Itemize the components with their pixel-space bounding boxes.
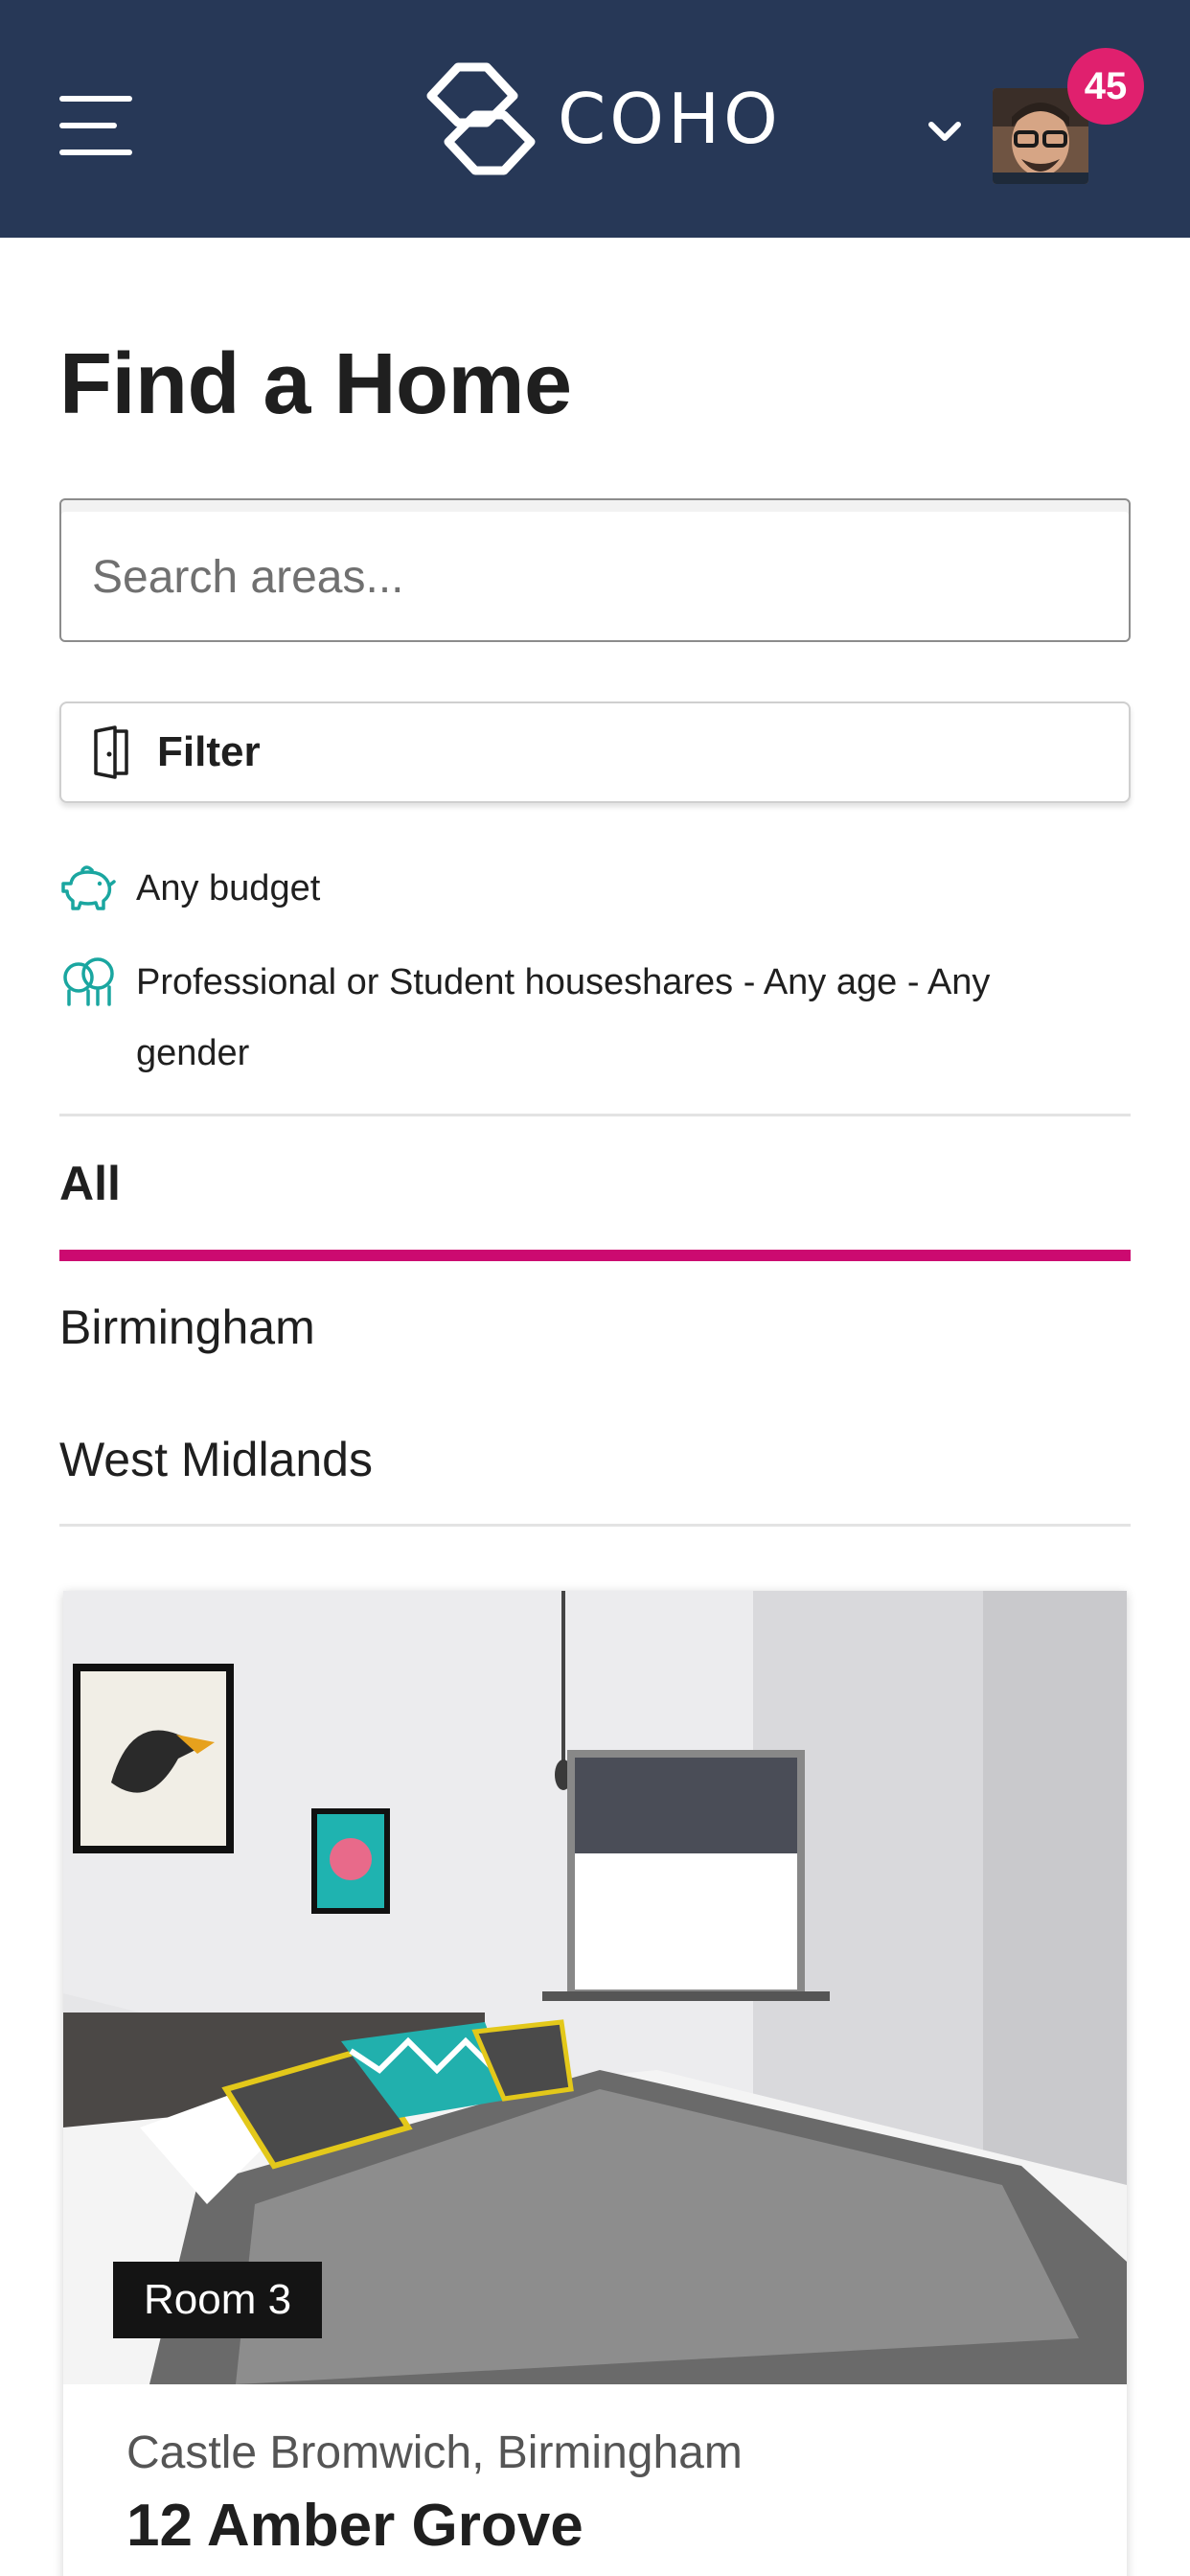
divider	[59, 1524, 1131, 1527]
budget-text: Any budget	[136, 868, 321, 908]
filter-button[interactable]: Filter	[59, 702, 1131, 803]
tab-west-midlands[interactable]: West Midlands	[59, 1432, 373, 1487]
page-title: Find a Home	[59, 336, 572, 432]
divider	[59, 1114, 1131, 1116]
search-input[interactable]	[92, 539, 1088, 615]
chevron-down-icon[interactable]	[926, 113, 964, 151]
filter-label: Filter	[157, 728, 261, 775]
listing-location: Castle Bromwich, Birmingham	[126, 2427, 743, 2478]
piggy-bank-icon	[61, 865, 116, 910]
menu-icon[interactable]	[59, 96, 132, 155]
tab-birmingham[interactable]: Birmingham	[59, 1300, 315, 1355]
listing-card[interactable]: Room 3 Castle Bromwich, Birmingham 12 Am…	[63, 1591, 1127, 2576]
brand-logo[interactable]: COHO	[420, 58, 782, 180]
room-photo[interactable]: Room 3	[63, 1591, 1127, 2384]
household-criteria[interactable]: Professional or Student houseshares - An…	[59, 956, 1113, 1089]
people-icon	[63, 957, 114, 1006]
notification-badge[interactable]: 45	[1067, 48, 1144, 125]
door-icon	[94, 725, 128, 779]
active-tab-indicator	[59, 1250, 1131, 1261]
listing-title[interactable]: 12 Amber Grove	[126, 2492, 584, 2560]
budget-criteria[interactable]: Any budget	[59, 862, 320, 924]
household-text: Professional or Student houseshares - An…	[136, 962, 991, 1073]
room-tag: Room 3	[113, 2262, 323, 2338]
brand-name: COHO	[558, 79, 782, 159]
tab-all[interactable]: All	[59, 1156, 121, 1211]
search-field[interactable]	[59, 498, 1131, 642]
coho-logo-icon	[426, 62, 536, 175]
top-navigation-bar: COHO 45	[0, 0, 1190, 238]
